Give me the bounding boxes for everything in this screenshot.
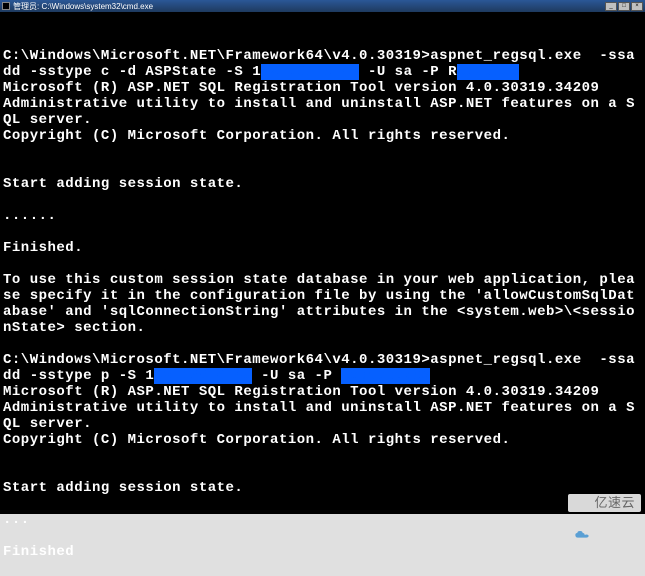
terminal-text: Copyright (C) Microsoft Corporation. All… bbox=[3, 128, 510, 144]
watermark-text: 亿速云 bbox=[594, 495, 635, 511]
title-bar: 管理员: C:\Windows\system32\cmd.exe _ □ × bbox=[0, 0, 645, 12]
redacted-text: 92.168.0.48 bbox=[154, 368, 252, 384]
title-left: 管理员: C:\Windows\system32\cmd.exe bbox=[2, 1, 153, 12]
maximize-button[interactable]: □ bbox=[618, 2, 630, 11]
terminal-output[interactable]: C:\Windows\Microsoft.NET\Framework64\v4.… bbox=[0, 12, 645, 514]
terminal-text: Start adding session state. bbox=[3, 480, 243, 496]
terminal-line: Finished bbox=[3, 544, 642, 560]
window-title: 管理员: C:\Windows\system32\cmd.exe bbox=[13, 1, 153, 12]
terminal-text: Administrative utility to install and un… bbox=[3, 400, 635, 432]
cloud-icon bbox=[574, 497, 590, 509]
terminal-line bbox=[3, 336, 642, 352]
terminal-text: Finished. bbox=[3, 240, 83, 256]
terminal-line: C:\Windows\Microsoft.NET\Framework64\v4.… bbox=[3, 352, 642, 384]
terminal-line: Copyright (C) Microsoft Corporation. All… bbox=[3, 432, 642, 448]
terminal-line bbox=[3, 144, 642, 160]
terminal-line bbox=[3, 192, 642, 208]
terminal-text: Start adding session state. bbox=[3, 176, 243, 192]
terminal-line bbox=[3, 448, 642, 464]
terminal-text: Administrative utility to install and un… bbox=[3, 96, 635, 128]
terminal-line bbox=[3, 256, 642, 272]
terminal-text: ... bbox=[3, 512, 30, 528]
terminal-line bbox=[3, 528, 642, 544]
terminal-line: C:\Windows\Microsoft.NET\Framework64\v4.… bbox=[3, 48, 642, 80]
terminal-line: ...... bbox=[3, 208, 642, 224]
redacted-text: Redacted0> bbox=[341, 368, 430, 384]
terminal-text: -U sa -P R bbox=[359, 64, 457, 80]
minimize-button[interactable]: _ bbox=[605, 2, 617, 11]
terminal-line: ... bbox=[3, 512, 642, 528]
terminal-line: Microsoft (R) ASP.NET SQL Registration T… bbox=[3, 384, 642, 400]
terminal-text: -U sa -P bbox=[252, 368, 341, 384]
terminal-line bbox=[3, 224, 642, 240]
watermark: 亿速云 bbox=[568, 494, 641, 512]
terminal-text: Finished bbox=[3, 544, 74, 560]
terminal-text: Microsoft (R) ASP.NET SQL Registration T… bbox=[3, 80, 599, 96]
terminal-line: To use this custom session state databas… bbox=[3, 272, 642, 336]
terminal-line: Microsoft (R) ASP.NET SQL Registration T… bbox=[3, 80, 642, 96]
terminal-text: Copyright (C) Microsoft Corporation. All… bbox=[3, 432, 510, 448]
terminal-line bbox=[3, 496, 642, 512]
redacted-text: 92.168.0.48 bbox=[261, 64, 359, 80]
terminal-line: Copyright (C) Microsoft Corporation. All… bbox=[3, 128, 642, 144]
window-controls: _ □ × bbox=[605, 2, 643, 11]
terminal-line bbox=[3, 160, 642, 176]
cmd-icon bbox=[2, 2, 10, 10]
terminal-line bbox=[3, 464, 642, 480]
redacted-text: edacted bbox=[457, 64, 519, 80]
terminal-text: To use this custom session state databas… bbox=[3, 272, 635, 336]
terminal-line: Administrative utility to install and un… bbox=[3, 96, 642, 128]
terminal-line: Administrative utility to install and un… bbox=[3, 400, 642, 432]
terminal-line: Finished. bbox=[3, 240, 642, 256]
terminal-line: Start adding session state. bbox=[3, 176, 642, 192]
terminal-text: ...... bbox=[3, 208, 56, 224]
terminal-line: Start adding session state. bbox=[3, 480, 642, 496]
terminal-text: Microsoft (R) ASP.NET SQL Registration T… bbox=[3, 384, 599, 400]
close-button[interactable]: × bbox=[631, 2, 643, 11]
